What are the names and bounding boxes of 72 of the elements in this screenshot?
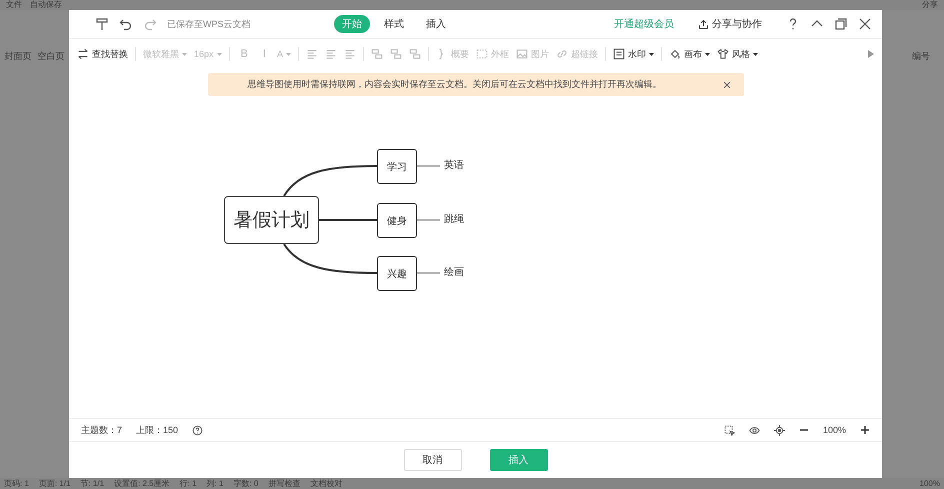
topic-node[interactable]: 学习 <box>377 149 417 184</box>
status-item: 文档校对 <box>310 478 342 489</box>
status-item: 拼写检查 <box>268 478 300 489</box>
zoom-level: 100% <box>920 478 940 489</box>
topic-node[interactable]: 健身 <box>377 203 417 238</box>
share-icon <box>698 18 709 30</box>
caret-icon <box>286 52 291 56</box>
link-icon <box>556 48 568 60</box>
tab[interactable]: 插入 <box>418 15 454 33</box>
scroll-right-icon[interactable] <box>868 50 874 58</box>
undo-icon[interactable] <box>119 17 133 31</box>
close-icon[interactable] <box>858 17 872 31</box>
subtopic-label[interactable]: 英语 <box>444 160 464 172</box>
subtopic-label[interactable]: 跳绳 <box>444 214 464 226</box>
tab[interactable]: 样式 <box>376 15 412 33</box>
ribbon-item[interactable]: 编号 <box>912 50 930 63</box>
paint-bucket-icon <box>668 48 681 60</box>
connector-line <box>416 272 440 274</box>
topic-count: 主题数：7 <box>81 424 122 436</box>
caret-icon <box>704 52 710 56</box>
cancel-button[interactable]: 取消 <box>404 449 462 471</box>
root-topic[interactable]: 暑假计划 <box>224 196 319 244</box>
toolbar-dropdown[interactable]: 水印 <box>612 48 654 60</box>
zoom-level: 100% <box>822 425 846 435</box>
status-item: 行: 1 <box>180 478 197 489</box>
connector-line <box>319 219 377 221</box>
tab[interactable]: 开始 <box>334 15 370 33</box>
select-icon[interactable] <box>724 424 735 436</box>
status-item: 列: 1 <box>206 478 224 489</box>
caret-icon <box>648 52 654 56</box>
ribbon-item[interactable]: 空白页 <box>38 50 64 63</box>
insert-button[interactable]: 插入 <box>490 449 548 471</box>
save-status: 已保存至WPS云文档 <box>167 18 251 30</box>
topic-node[interactable]: 兴趣 <box>377 256 417 291</box>
status-item: 字数: 0 <box>233 478 258 489</box>
toolbar-dropdown[interactable]: 风格 <box>716 48 758 60</box>
close-icon[interactable] <box>722 80 732 90</box>
status-item: 页码: 1 <box>4 478 29 489</box>
format-painter-icon[interactable] <box>95 17 109 31</box>
menu-item[interactable]: 分享 <box>922 0 938 10</box>
help-icon[interactable] <box>192 424 204 436</box>
status-item: 页面: 1/1 <box>38 478 70 489</box>
node-icon <box>370 48 383 60</box>
notice-text: 思维导图使用时需保持联网，内容会实时保存至云文档。关闭后可在云文档中找到文件并打开再次编辑。 <box>248 78 662 91</box>
ribbon-item[interactable]: 封面页 <box>4 50 32 63</box>
topic-limit: 上限：150 <box>136 424 178 436</box>
menu-item[interactable]: 自动保存 <box>30 0 62 10</box>
caret-icon <box>182 52 187 56</box>
toolbar-dropdown[interactable]: 画布 <box>668 48 710 60</box>
status-item: 设置值: 2.5厘米 <box>114 478 170 489</box>
locate-icon[interactable] <box>774 424 785 436</box>
status-item: 节: 1/1 <box>80 478 104 489</box>
zoom-in-icon[interactable] <box>860 425 870 435</box>
shirt-icon <box>716 48 729 60</box>
image-icon <box>516 48 528 60</box>
align-icon <box>306 48 318 60</box>
menu-item[interactable]: 文件 <box>6 0 22 10</box>
restore-icon[interactable] <box>834 17 848 31</box>
node-icon <box>408 48 421 60</box>
frame-icon <box>476 48 488 60</box>
watermark-icon <box>612 48 625 60</box>
align-icon <box>344 48 356 60</box>
caret-icon <box>752 52 758 56</box>
subtopic-label[interactable]: 绘画 <box>444 267 464 279</box>
toolbar-button[interactable]: 查找替换 <box>77 48 128 60</box>
eye-icon[interactable] <box>748 424 760 436</box>
node-icon <box>390 48 402 60</box>
swap-icon <box>77 48 89 60</box>
share-button[interactable]: 分享与协作 <box>692 16 768 32</box>
caret-icon <box>216 52 222 56</box>
align-icon <box>324 48 337 60</box>
vip-link[interactable]: 开通超级会员 <box>614 17 674 31</box>
